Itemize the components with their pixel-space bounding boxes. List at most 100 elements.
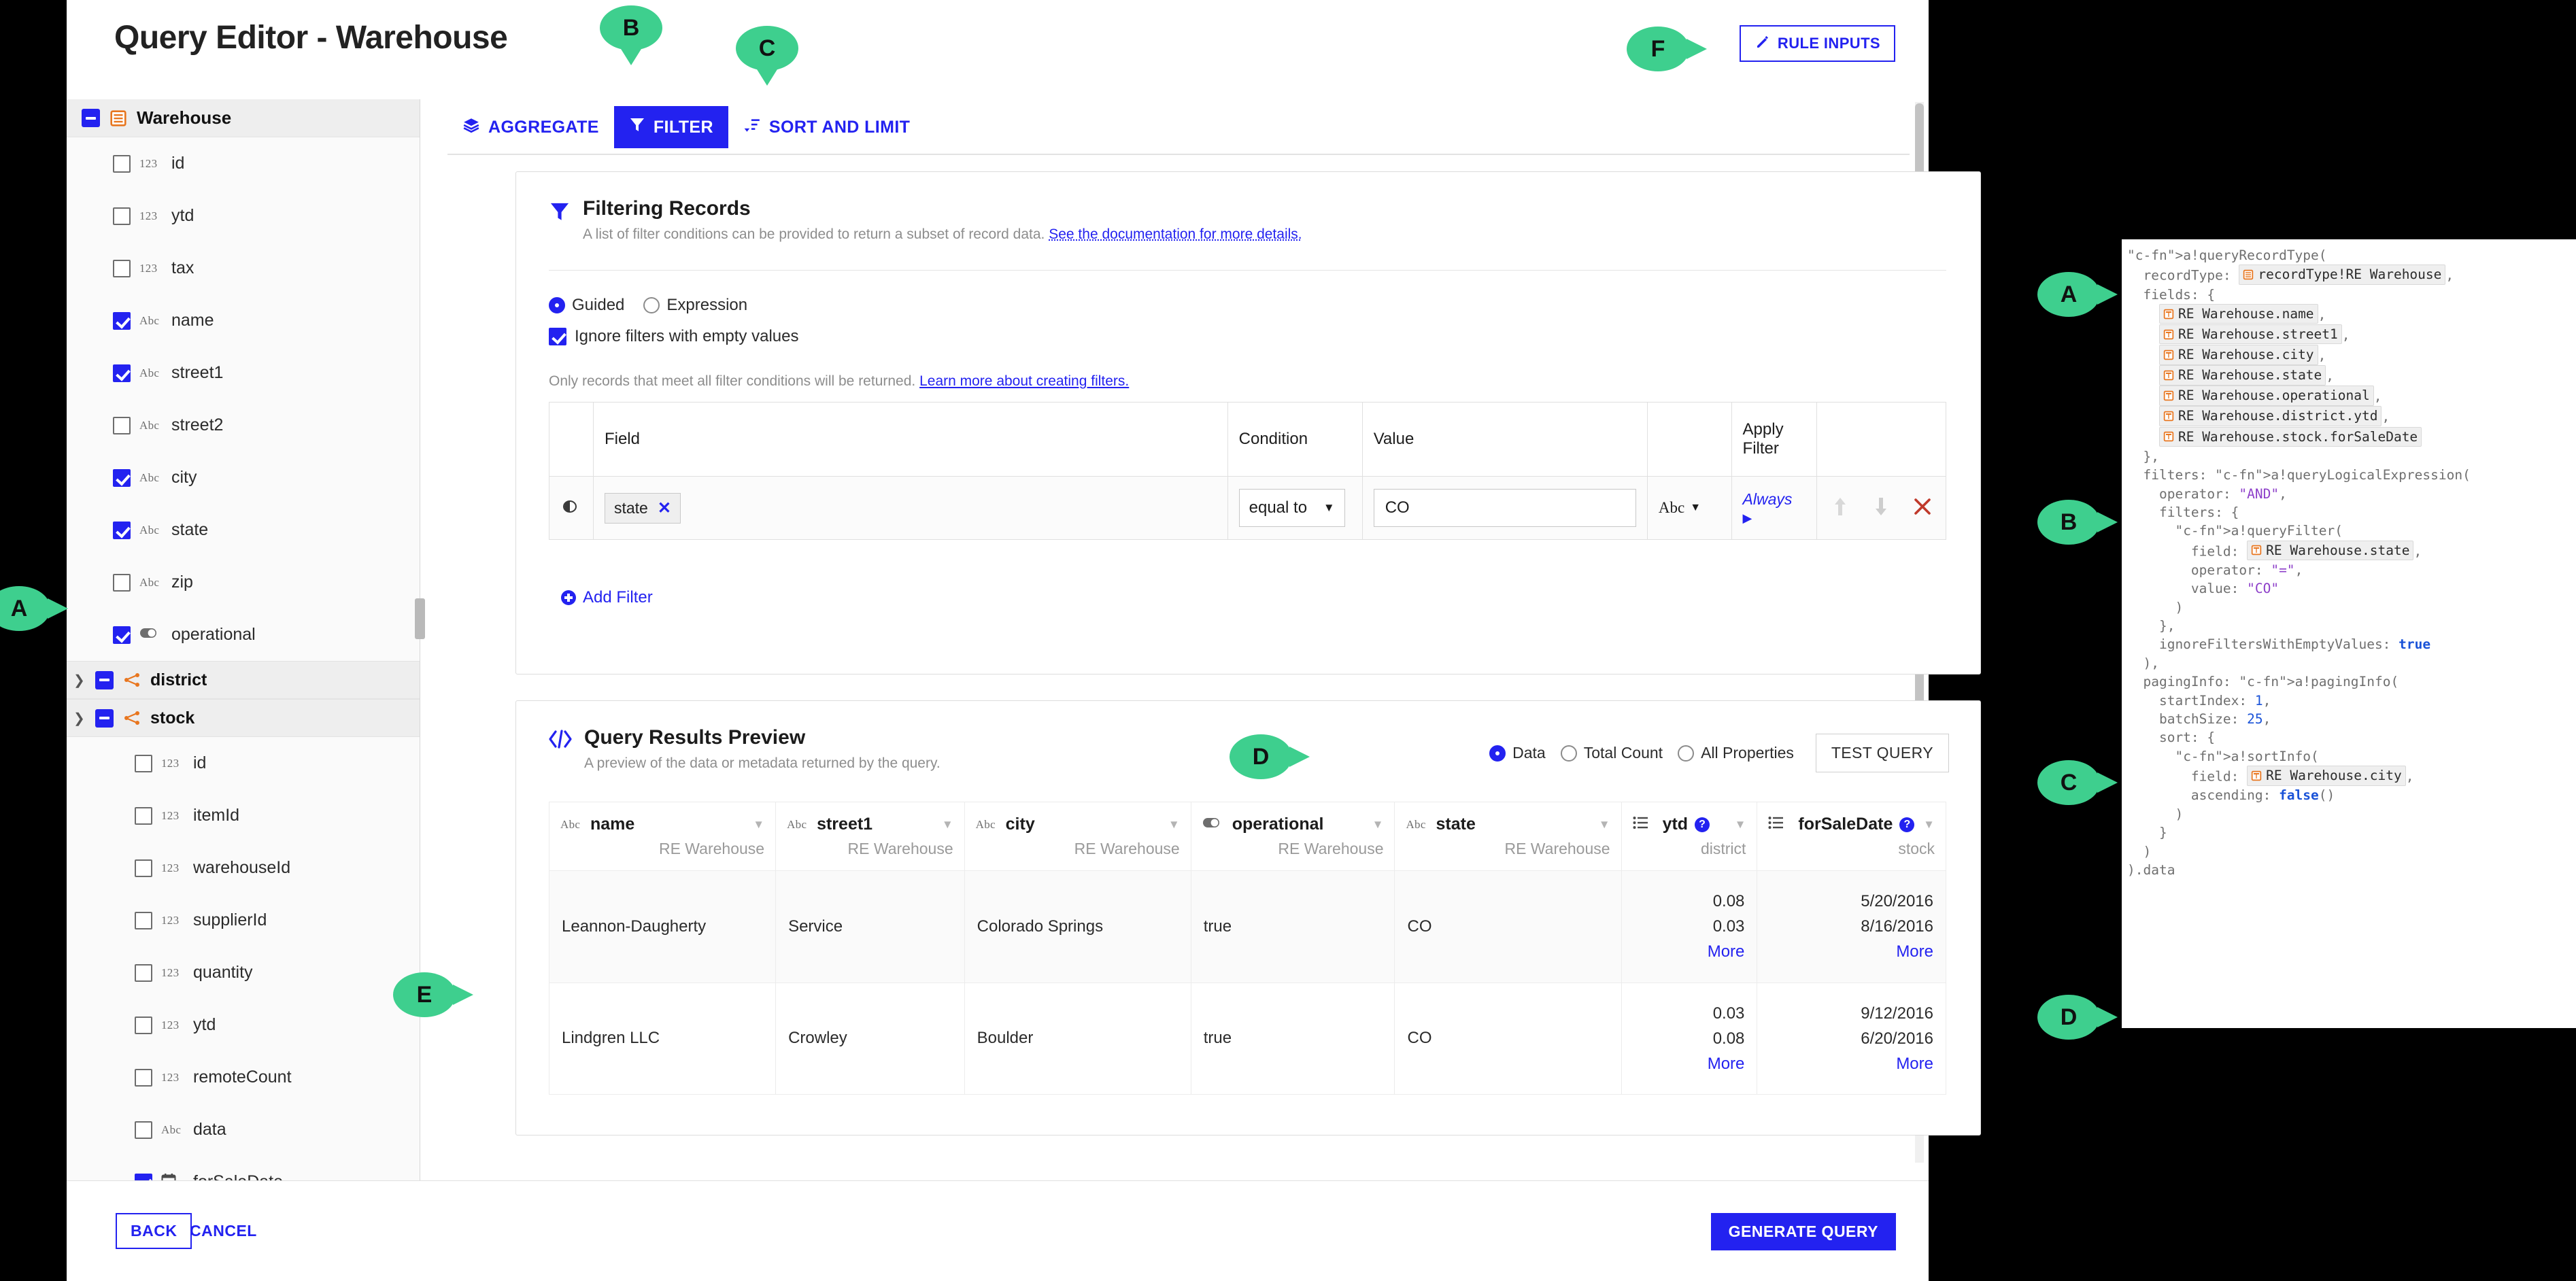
results-col-name[interactable]: Abc name ▼ RE Warehouse <box>548 802 777 871</box>
editor-tabs[interactable]: AGGREGATE FILTER SORT AND LIMIT <box>447 106 925 148</box>
preview-mode-controls[interactable]: Data Total Count All Properties TEST QUE… <box>1489 734 1949 772</box>
chevron-down-icon[interactable]: ▼ <box>942 818 953 832</box>
radio-guided-icon[interactable] <box>549 297 565 313</box>
chevron-down-icon[interactable]: ▼ <box>1372 818 1384 832</box>
radio-data-icon[interactable] <box>1489 745 1506 762</box>
tree-stock-field-ytd[interactable]: 123 ytd <box>67 999 420 1051</box>
results-col-street1[interactable]: Abc street1 ▼ RE Warehouse <box>775 802 965 871</box>
tree-root-warehouse[interactable]: Warehouse <box>67 99 420 137</box>
filter-docs-link[interactable]: See the documentation for more details. <box>1049 226 1302 242</box>
add-filter-button[interactable]: Add Filter <box>561 588 653 607</box>
move-up-icon[interactable] <box>1831 496 1849 520</box>
filter-value-input[interactable] <box>1373 489 1636 527</box>
results-col-ytd[interactable]: ytd? ▼ district <box>1621 802 1758 871</box>
tree-stock-field-quantity[interactable]: 123 quantity <box>67 946 420 999</box>
radio-option-total-count[interactable]: Total Count <box>1560 744 1663 762</box>
record-field-token[interactable]: recordType!RE Warehouse <box>2239 264 2446 285</box>
tree-stock-field-itemId[interactable]: 123 itemId <box>67 789 420 842</box>
forsaledate-more-link[interactable]: More <box>1769 1051 1933 1076</box>
record-field-token[interactable]: RE Warehouse.city <box>2247 766 2406 786</box>
checkbox-city[interactable] <box>113 468 131 487</box>
radio-option-guided[interactable]: Guided <box>549 296 624 315</box>
checkbox-remoteCount[interactable] <box>135 1068 152 1087</box>
district-select-toggle-icon[interactable] <box>95 670 114 689</box>
tree-stock-field-forSaleDate[interactable]: forSaleDate <box>67 1156 420 1180</box>
generate-query-button[interactable]: GENERATE QUERY <box>1710 1213 1896 1250</box>
tree-field-tax[interactable]: 123 tax <box>67 242 420 294</box>
ignore-empty-values-checkbox[interactable] <box>549 328 566 345</box>
delete-filter-icon[interactable] <box>1913 497 1932 519</box>
checkbox-operational[interactable] <box>113 626 131 644</box>
rule-inputs-button[interactable]: RULE INPUTS <box>1739 25 1895 62</box>
tab-filter[interactable]: FILTER <box>613 106 728 148</box>
test-query-button[interactable]: TEST QUERY <box>1815 734 1949 772</box>
value-type-select[interactable]: Abc ▼ <box>1659 499 1701 517</box>
ytd-more-link[interactable]: More <box>1634 1051 1745 1076</box>
checkbox-supplierId[interactable] <box>135 911 152 929</box>
tree-field-ytd[interactable]: 123 ytd <box>67 190 420 242</box>
generated-expression-panel[interactable]: "c-fn">a!queryRecordType( recordType: re… <box>2122 239 2576 1028</box>
record-field-token[interactable]: RE Warehouse.name <box>2158 303 2318 324</box>
checkbox-data[interactable] <box>135 1121 152 1139</box>
results-col-forSaleDate[interactable]: forSaleDate? ▼ stock <box>1757 802 1946 871</box>
tree-relation-stock[interactable]: ❯ stock <box>67 699 420 737</box>
record-field-token[interactable]: RE Warehouse.city <box>2158 345 2318 365</box>
stock-select-toggle-icon[interactable] <box>95 708 114 728</box>
filter-learn-more-link[interactable]: Learn more about creating filters. <box>919 373 1129 389</box>
checkbox-name[interactable] <box>113 311 131 330</box>
checkbox-forSaleDate[interactable] <box>135 1173 152 1180</box>
help-icon[interactable]: ? <box>1899 817 1915 832</box>
radio-option-expression[interactable]: Expression <box>643 296 747 315</box>
checkbox-zip[interactable] <box>113 573 131 592</box>
record-field-token[interactable]: RE Warehouse.street1 <box>2158 324 2342 345</box>
record-field-token[interactable]: RE Warehouse.stock.forSaleDate <box>2158 426 2422 447</box>
tree-stock-field-warehouseId[interactable]: 123 warehouseId <box>67 842 420 894</box>
tree-field-name[interactable]: Abc name <box>67 294 420 347</box>
tree-field-operational[interactable]: operational <box>67 609 420 661</box>
checkbox-tax[interactable] <box>113 259 131 277</box>
forsaledate-more-link[interactable]: More <box>1769 939 1933 964</box>
chevron-down-icon[interactable]: ❯ <box>73 710 86 727</box>
record-field-token[interactable]: RE Warehouse.state <box>2158 365 2326 386</box>
record-field-tree[interactable]: Warehouse 123 id 123 ytd 123 tax Abc name Abc str… <box>67 99 420 1180</box>
filter-mode-radio-group[interactable]: Guided Expression <box>549 296 757 315</box>
collapse-toggle-icon[interactable] <box>82 109 100 127</box>
cancel-button[interactable]: CANCEL <box>180 1214 267 1248</box>
tree-stock-field-id[interactable]: 123 id <box>67 737 420 789</box>
radio-option-data[interactable]: Data <box>1489 744 1546 762</box>
tree-field-id[interactable]: 123 id <box>67 137 420 190</box>
ytd-more-link[interactable]: More <box>1634 939 1745 964</box>
checkbox-state[interactable] <box>113 521 131 539</box>
record-field-token[interactable]: RE Warehouse.operational <box>2158 386 2374 406</box>
chevron-down-icon[interactable]: ▼ <box>1735 818 1746 832</box>
results-col-city[interactable]: Abc city ▼ RE Warehouse <box>964 802 1191 871</box>
radio-all-properties-icon[interactable] <box>1678 745 1695 762</box>
checkbox-id[interactable] <box>113 154 131 173</box>
tree-relation-district[interactable]: ❯ district <box>67 661 420 699</box>
chevron-down-icon[interactable]: ▼ <box>753 818 764 832</box>
tab-aggregate[interactable]: AGGREGATE <box>447 106 614 148</box>
filter-field-chip[interactable]: state ✕ <box>604 492 681 524</box>
move-down-icon[interactable] <box>1872 496 1890 520</box>
checkbox-quantity[interactable] <box>135 963 152 982</box>
radio-total-count-icon[interactable] <box>1560 745 1577 762</box>
checkbox-street2[interactable] <box>113 416 131 434</box>
condition-select[interactable]: equal to ▼ <box>1238 489 1345 527</box>
chevron-right-icon[interactable]: ❯ <box>73 672 86 689</box>
radio-expression-icon[interactable] <box>643 297 660 313</box>
checkbox-warehouseId[interactable] <box>135 859 152 877</box>
tree-field-street1[interactable]: Abc street1 <box>67 347 420 399</box>
results-col-operational[interactable]: operational ▼ RE Warehouse <box>1190 802 1395 871</box>
tree-stock-field-data[interactable]: Abc data <box>67 1104 420 1156</box>
results-col-state[interactable]: Abc state ▼ RE Warehouse <box>1394 802 1622 871</box>
checkbox-street1[interactable] <box>113 364 131 382</box>
tab-sort-and-limit[interactable]: SORT AND LIMIT <box>728 106 925 148</box>
chevron-down-icon[interactable]: ▼ <box>1599 818 1610 832</box>
tree-field-street2[interactable]: Abc street2 <box>67 399 420 451</box>
radio-option-all-properties[interactable]: All Properties <box>1678 744 1794 762</box>
eye-icon[interactable] <box>560 500 579 516</box>
record-field-token[interactable]: RE Warehouse.district.ytd <box>2158 406 2382 426</box>
ignore-empty-values-checkbox-row[interactable]: Ignore filters with empty values <box>549 327 798 346</box>
record-field-token[interactable]: RE Warehouse.state <box>2247 540 2414 561</box>
expand-triangle-icon[interactable]: ▶ <box>1743 511 1806 526</box>
